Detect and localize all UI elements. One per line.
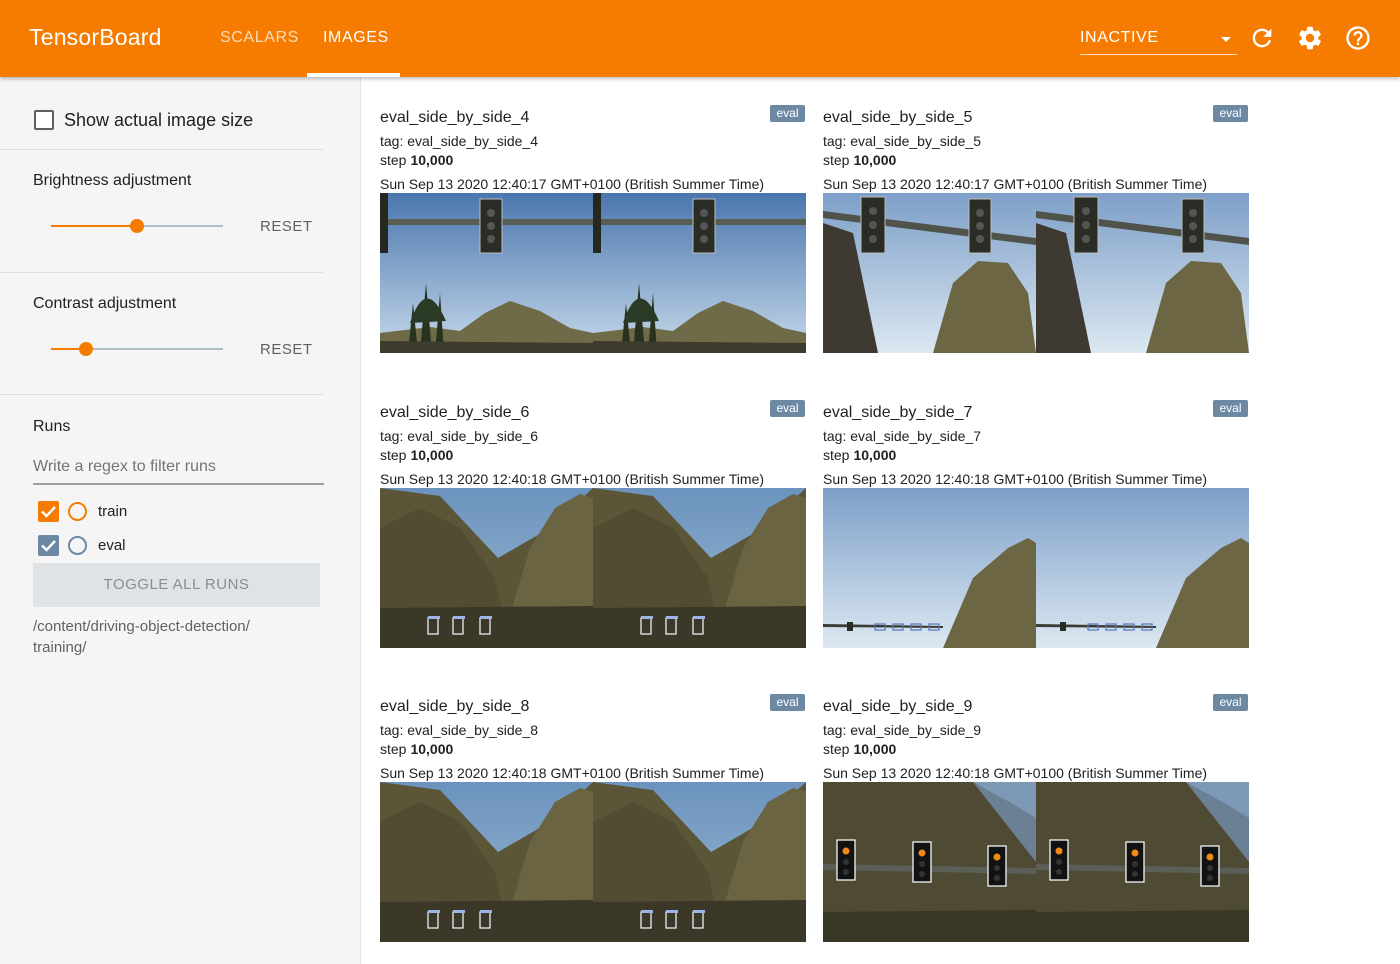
step-label: step xyxy=(380,447,407,463)
card-title: eval_side_by_side_8 xyxy=(380,698,530,715)
side-by-side-image[interactable] xyxy=(380,488,806,648)
card-title: eval_side_by_side_7 xyxy=(823,404,973,421)
step-label: step xyxy=(823,447,850,463)
card-step: step 10,000 xyxy=(823,741,896,757)
step-label: step xyxy=(380,741,407,757)
image-card: eval_side_by_side_8 eval tag: eval_side_… xyxy=(380,694,808,948)
reload-state-dropdown[interactable]: INACTIVE xyxy=(1080,27,1237,55)
step-label: step xyxy=(380,152,407,168)
image-card: eval_side_by_side_5 eval tag: eval_side_… xyxy=(823,105,1251,359)
run-filter-input[interactable] xyxy=(33,455,324,485)
step-value: 10,000 xyxy=(410,447,454,463)
show-actual-size-label: Show actual image size xyxy=(64,110,254,130)
run-badge: eval xyxy=(770,694,805,711)
section-divider xyxy=(0,394,323,395)
step-value: 10,000 xyxy=(853,741,897,757)
step-label: step xyxy=(823,741,850,757)
card-timestamp: Sun Sep 13 2020 12:40:18 GMT+0100 (Briti… xyxy=(380,765,765,781)
reload-state-value: INACTIVE xyxy=(1080,29,1159,46)
refresh-icon[interactable] xyxy=(1248,24,1276,52)
card-step: step 10,000 xyxy=(380,741,453,757)
brightness-reset-button[interactable]: RESET xyxy=(260,218,313,235)
step-value: 10,000 xyxy=(410,152,454,168)
run-label-eval: eval xyxy=(98,537,126,554)
run-badge: eval xyxy=(1213,105,1248,122)
tab-images[interactable]: IMAGES xyxy=(323,29,389,47)
card-step: step 10,000 xyxy=(380,447,453,463)
log-directory-line: training/ xyxy=(33,639,87,656)
step-value: 10,000 xyxy=(853,152,897,168)
image-card: eval_side_by_side_7 eval tag: eval_side_… xyxy=(823,400,1251,654)
toggle-all-runs-button[interactable]: TOGGLE ALL RUNS xyxy=(33,563,320,607)
active-tab-indicator xyxy=(307,73,400,77)
card-timestamp: Sun Sep 13 2020 12:40:18 GMT+0100 (Briti… xyxy=(380,471,765,487)
run-checkbox-train[interactable] xyxy=(38,501,59,522)
show-actual-size-checkbox[interactable] xyxy=(34,110,54,130)
contrast-slider-track xyxy=(86,348,223,350)
chevron-down-icon xyxy=(1221,37,1231,42)
card-step: step 10,000 xyxy=(823,447,896,463)
side-by-side-image[interactable] xyxy=(823,782,1249,942)
brightness-slider-fill xyxy=(51,225,137,227)
top-app-bar: TensorBoard SCALARS IMAGES INACTIVE xyxy=(0,0,1400,77)
card-step: step 10,000 xyxy=(823,152,896,168)
card-title: eval_side_by_side_6 xyxy=(380,404,530,421)
side-by-side-image[interactable] xyxy=(380,193,806,353)
contrast-label: Contrast adjustment xyxy=(33,295,177,312)
step-value: 10,000 xyxy=(853,447,897,463)
card-tag: tag: eval_side_by_side_6 xyxy=(380,428,539,444)
card-tag: tag: eval_side_by_side_5 xyxy=(823,133,982,149)
check-icon xyxy=(41,506,56,518)
card-step: step 10,000 xyxy=(380,152,453,168)
step-value: 10,000 xyxy=(410,741,454,757)
sidebar: Show actual image size Brightness adjust… xyxy=(0,77,361,964)
help-icon[interactable] xyxy=(1344,24,1372,52)
card-title: eval_side_by_side_4 xyxy=(380,109,530,126)
card-timestamp: Sun Sep 13 2020 12:40:18 GMT+0100 (Briti… xyxy=(823,471,1208,487)
card-timestamp: Sun Sep 13 2020 12:40:17 GMT+0100 (Briti… xyxy=(823,176,1208,192)
card-tag: tag: eval_side_by_side_7 xyxy=(823,428,982,444)
card-tag: tag: eval_side_by_side_8 xyxy=(380,722,539,738)
tab-scalars[interactable]: SCALARS xyxy=(220,29,299,47)
side-by-side-image[interactable] xyxy=(380,782,806,942)
side-by-side-image[interactable] xyxy=(823,488,1249,648)
brightness-slider-track xyxy=(137,225,223,227)
side-by-side-image[interactable] xyxy=(823,193,1249,353)
card-tag: tag: eval_side_by_side_9 xyxy=(823,722,982,738)
runs-title: Runs xyxy=(33,418,71,435)
section-divider xyxy=(0,272,323,273)
step-label: step xyxy=(823,152,850,168)
card-timestamp: Sun Sep 13 2020 12:40:18 GMT+0100 (Briti… xyxy=(823,765,1208,781)
brightness-slider-thumb[interactable] xyxy=(130,219,144,233)
run-label-train: train xyxy=(98,503,128,520)
check-icon xyxy=(41,540,56,552)
run-color-indicator-train xyxy=(68,502,87,521)
app-title: TensorBoard xyxy=(29,24,162,50)
run-badge: eval xyxy=(1213,400,1248,417)
contrast-reset-button[interactable]: RESET xyxy=(260,341,313,358)
run-checkbox-eval[interactable] xyxy=(38,535,59,556)
run-color-indicator-eval xyxy=(68,536,87,555)
run-badge: eval xyxy=(1213,694,1248,711)
image-card: eval_side_by_side_4 eval tag: eval_side_… xyxy=(380,105,808,359)
log-directory: /content/driving-object-detection/ train… xyxy=(33,616,323,658)
settings-icon[interactable] xyxy=(1296,24,1324,52)
image-card: eval_side_by_side_6 eval tag: eval_side_… xyxy=(380,400,808,654)
log-directory-line: /content/driving-object-detection/ xyxy=(33,618,250,635)
card-title: eval_side_by_side_5 xyxy=(823,109,973,126)
run-badge: eval xyxy=(770,400,805,417)
image-card: eval_side_by_side_9 eval tag: eval_side_… xyxy=(823,694,1251,948)
run-badge: eval xyxy=(770,105,805,122)
card-tag: tag: eval_side_by_side_4 xyxy=(380,133,539,149)
contrast-slider-thumb[interactable] xyxy=(79,342,93,356)
card-title: eval_side_by_side_9 xyxy=(823,698,973,715)
brightness-label: Brightness adjustment xyxy=(33,172,192,189)
card-timestamp: Sun Sep 13 2020 12:40:17 GMT+0100 (Briti… xyxy=(380,176,765,192)
section-divider xyxy=(0,149,323,150)
